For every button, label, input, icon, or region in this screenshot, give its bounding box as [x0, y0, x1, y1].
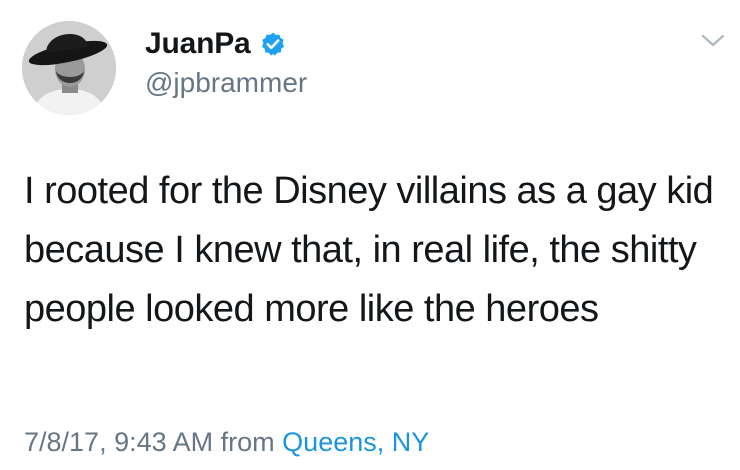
from-label: from — [220, 427, 275, 457]
chevron-down-icon[interactable] — [700, 32, 726, 50]
author-display-name[interactable]: JuanPa — [145, 26, 251, 62]
author-name-row[interactable]: JuanPa — [145, 26, 286, 62]
verified-badge-icon — [260, 31, 286, 57]
tweet-card: JuanPa @jpbrammer I rooted for the Disne… — [0, 0, 740, 470]
avatar-photo — [22, 21, 116, 115]
tweet-meta: 7/8/17, 9:43 AM from Queens, NY — [24, 425, 429, 459]
tweet-text: I rooted for the Disney villains as a ga… — [24, 170, 714, 330]
avatar[interactable] — [22, 21, 116, 115]
author-handle[interactable]: @jpbrammer — [145, 66, 307, 100]
tweet-location[interactable]: Queens, NY — [282, 427, 429, 457]
tweet-timestamp[interactable]: 7/8/17, 9:43 AM — [24, 427, 213, 457]
